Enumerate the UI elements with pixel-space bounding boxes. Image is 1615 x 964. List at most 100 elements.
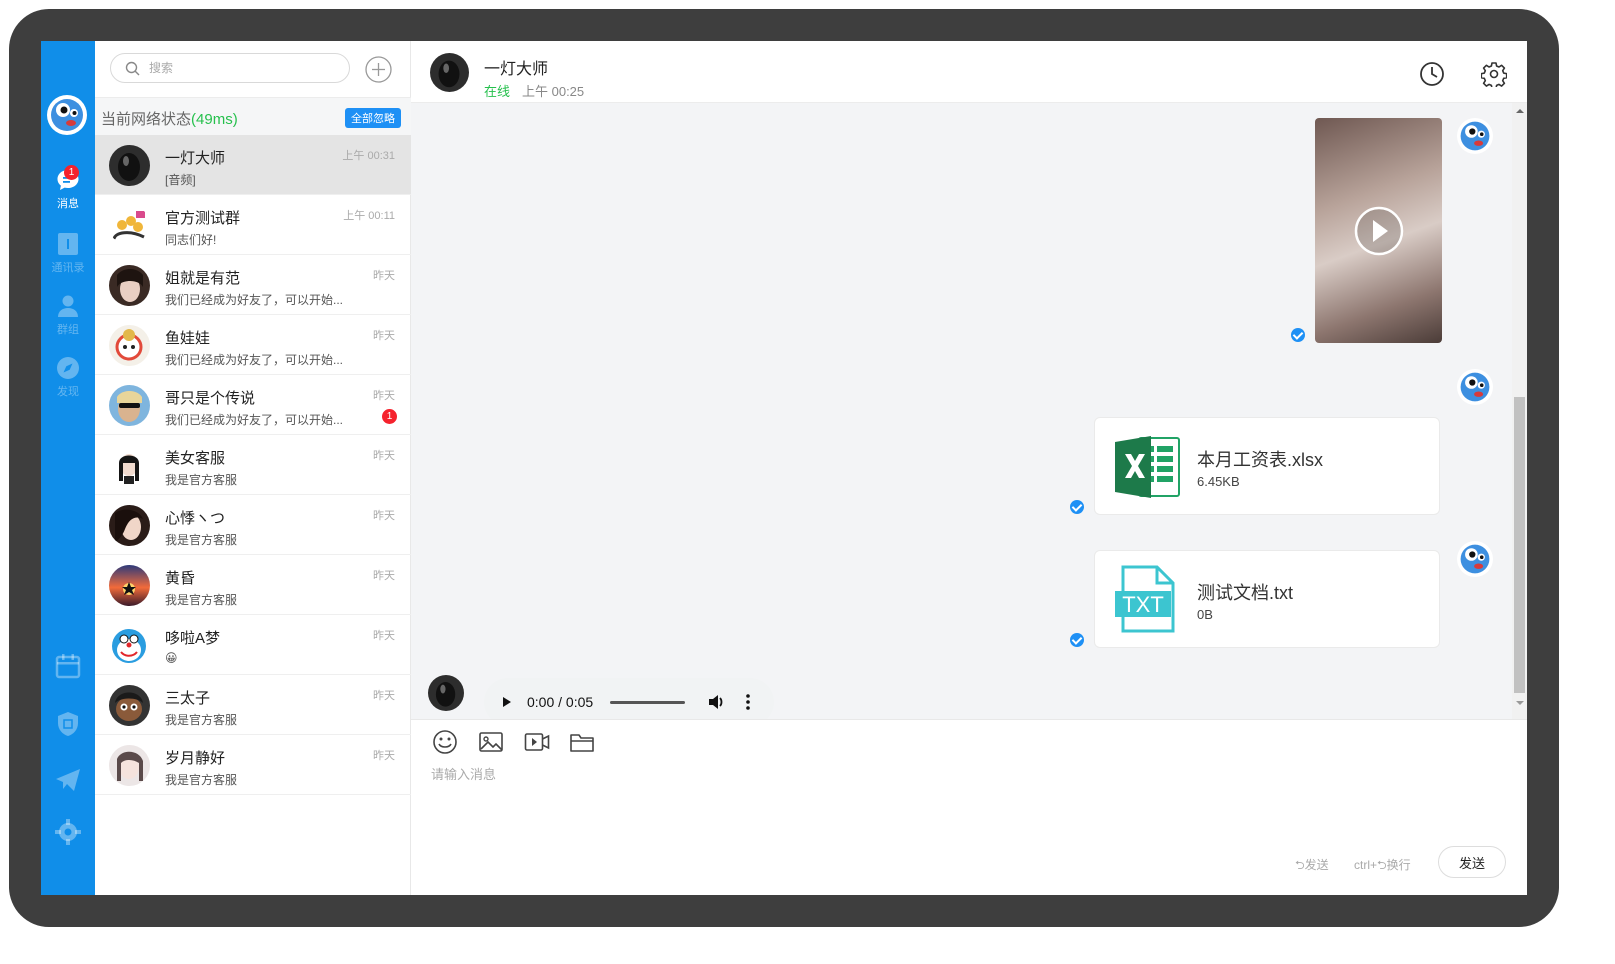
conversation-item[interactable]: 三太子 我是官方客服 昨天 — [95, 675, 411, 735]
conversation-name: 黄昏 — [165, 570, 196, 587]
my-message-avatar — [1457, 541, 1493, 577]
folder-icon[interactable] — [569, 729, 595, 755]
more-options-icon[interactable] — [745, 693, 751, 711]
contacts-icon — [58, 233, 78, 255]
conversation-name: 心悸ヽつ — [165, 510, 226, 527]
read-check-icon — [1291, 328, 1305, 342]
settings-gear-icon[interactable] — [54, 818, 82, 846]
file-name: 本月工资表.xlsx — [1197, 450, 1323, 470]
file-message[interactable]: TXT 测试文档.txt 0B — [1094, 550, 1440, 648]
conversation-time: 昨天 — [373, 390, 395, 402]
conversation-list-panel: 当前网络状态(49ms) 全部忽略 一灯大师 [音频] 上午 00:31 官方测… — [95, 41, 411, 895]
search-icon — [125, 61, 140, 76]
video-message[interactable] — [1315, 118, 1442, 343]
history-clock-icon[interactable] — [1419, 61, 1445, 87]
volume-icon[interactable] — [707, 693, 725, 711]
conversation-time: 昨天 — [373, 450, 395, 462]
avatar — [109, 445, 150, 486]
unread-badge: 1 — [64, 165, 79, 180]
conversation-name: 姐就是有范 — [165, 270, 241, 287]
conversation-preview: 我们已经成为好友了，可以开始... — [165, 353, 344, 367]
online-status: 在线 — [484, 84, 511, 99]
conversation-item[interactable]: 美女客服 我是官方客服 昨天 — [95, 435, 411, 495]
message-scrollbar[interactable] — [1512, 103, 1527, 719]
conversation-time: 昨天 — [373, 270, 395, 282]
avatar — [109, 265, 150, 306]
add-plus-icon[interactable] — [365, 56, 392, 83]
my-avatar[interactable] — [47, 95, 87, 135]
conversation-preview: [音频] — [165, 173, 196, 187]
chat-app: 消息 1 通讯录 群组 发现 搜索 当前网络状态(49ms) 全部忽略 一灯大师… — [41, 41, 1527, 895]
send-icon[interactable] — [54, 766, 82, 794]
conversation-item[interactable]: 哆啦A梦 😀 昨天 — [95, 615, 411, 675]
conversation-name: 一灯大师 — [165, 150, 226, 167]
chat-header: 一灯大师 在线 上午 00:25 — [411, 41, 1527, 103]
audio-play-icon[interactable] — [503, 697, 511, 707]
conversation-item[interactable]: 鱼娃娃 我们已经成为好友了，可以开始... 昨天 — [95, 315, 411, 375]
my-message-avatar — [1457, 369, 1493, 405]
conversation-item[interactable]: 黄昏 我是官方客服 昨天 — [95, 555, 411, 615]
contact-message-avatar — [428, 675, 464, 711]
txt-file-icon: TXT — [1115, 565, 1175, 633]
side-nav: 消息 1 通讯录 群组 发现 — [41, 41, 95, 895]
scroll-up-arrow[interactable] — [1516, 109, 1524, 113]
scroll-down-arrow[interactable] — [1516, 701, 1524, 705]
conversation-name: 哆啦A梦 — [165, 630, 221, 647]
file-name: 测试文档.txt — [1197, 583, 1294, 603]
conversation-time: 上午 00:11 — [343, 210, 395, 222]
conversation-item[interactable]: 官方测试群 同志们好! 上午 00:11 — [95, 195, 411, 255]
network-status-text: 当前网络状态(49ms) — [101, 108, 238, 129]
conversation-item[interactable]: 姐就是有范 我们已经成为好友了，可以开始... 昨天 — [95, 255, 411, 315]
play-icon[interactable] — [1354, 206, 1404, 256]
message-input[interactable] — [431, 764, 1331, 824]
emoji-icon[interactable] — [432, 729, 458, 755]
conversation-preview: 😀 — [165, 651, 178, 665]
avatar — [109, 385, 150, 426]
search-input[interactable] — [149, 59, 329, 77]
shield-icon[interactable] — [54, 710, 82, 738]
discover-icon — [57, 357, 79, 379]
nav-item-messages[interactable]: 消息 1 — [41, 165, 95, 219]
image-icon[interactable] — [478, 729, 504, 755]
conversation-name: 岁月静好 — [165, 750, 226, 767]
conversation-time: 上午 00:31 — [342, 150, 395, 162]
nav-item-discover[interactable]: 发现 — [41, 355, 95, 407]
excel-file-icon — [1115, 436, 1180, 498]
conversation-time: 昨天 — [373, 570, 395, 582]
newline-shortcut-hint: ctrl+⮌换行 — [1354, 858, 1411, 872]
nav-item-contacts[interactable]: 通讯录 — [41, 231, 95, 283]
conversation-item[interactable]: 岁月静好 我是官方客服 昨天 — [95, 735, 411, 795]
network-status-label: 当前网络状态 — [101, 111, 192, 128]
read-check-icon — [1070, 500, 1084, 514]
contact-avatar[interactable] — [430, 53, 469, 92]
conversation-item[interactable]: 哥只是个传说 我们已经成为好友了，可以开始... 昨天 1 — [95, 375, 411, 435]
message-list: 本月工资表.xlsx 6.45KB TXT 测试文档.txt 0B 0:00 /… — [411, 103, 1527, 726]
audio-progress-bar[interactable] — [610, 701, 685, 704]
nav-label-discover: 发现 — [57, 386, 79, 398]
conversation-time: 昨天 — [373, 510, 395, 522]
send-button[interactable]: 发送 — [1438, 846, 1506, 878]
file-message[interactable]: 本月工资表.xlsx 6.45KB — [1094, 417, 1440, 515]
conversation-name: 鱼娃娃 — [165, 330, 211, 347]
ignore-all-button[interactable]: 全部忽略 — [345, 108, 401, 128]
conversation-time: 昨天 — [373, 690, 395, 702]
conversation-preview: 我们已经成为好友了，可以开始... — [165, 293, 344, 307]
scroll-thumb[interactable] — [1514, 397, 1525, 693]
chat-panel: 一灯大师 在线 上午 00:25 本月工资表.xlsx 6.45KB TXT 测… — [411, 41, 1527, 895]
conversation-item[interactable]: 一灯大师 [音频] 上午 00:31 — [95, 135, 411, 195]
video-icon[interactable] — [524, 729, 550, 755]
nav-item-groups[interactable]: 群组 — [41, 293, 95, 345]
my-message-avatar — [1457, 118, 1493, 154]
avatar — [109, 565, 150, 606]
nav-label-contacts: 通讯录 — [51, 262, 85, 274]
file-size: 0B — [1197, 607, 1213, 622]
avatar — [109, 685, 150, 726]
chat-settings-gear-icon[interactable] — [1481, 61, 1507, 87]
unread-badge: 1 — [382, 409, 397, 424]
conversation-preview: 同志们好! — [165, 233, 217, 247]
avatar — [109, 325, 150, 366]
conversation-name: 哥只是个传说 — [165, 390, 256, 407]
search-box[interactable] — [110, 53, 350, 83]
conversation-item[interactable]: 心悸ヽつ 我是官方客服 昨天 — [95, 495, 411, 555]
calendar-icon[interactable] — [54, 652, 82, 680]
